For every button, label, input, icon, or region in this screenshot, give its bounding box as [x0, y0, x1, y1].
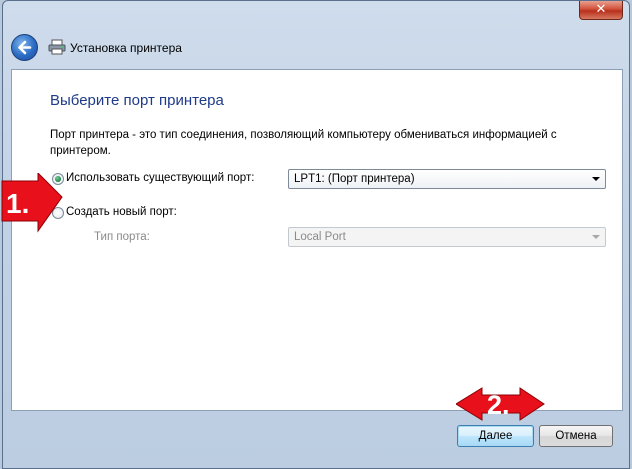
back-button[interactable]: [11, 34, 38, 61]
cancel-button[interactable]: Отмена: [539, 425, 613, 447]
step-1-label: 1.: [6, 188, 29, 219]
next-button[interactable]: Далее: [457, 425, 534, 447]
existing-port-label[interactable]: Использовать существующий порт:: [66, 172, 254, 184]
wizard-content: Выберите порт принтера Порт принтера - э…: [11, 69, 623, 411]
port-type-label: Тип порта:: [94, 231, 150, 243]
printer-icon: [48, 39, 66, 55]
page-description: Порт принтера - это тип соединения, позв…: [50, 129, 557, 157]
port-type-select: Local Port: [288, 227, 606, 247]
back-arrow-icon: [18, 40, 32, 55]
port-type-value: Local Port: [294, 231, 346, 243]
chevron-down-icon: [592, 177, 600, 181]
step-1-marker: 1.: [1, 173, 63, 233]
existing-port-value: LPT1: (Порт принтера): [294, 173, 415, 185]
step-2-marker: 2.: [456, 387, 545, 421]
step-2-label: 2.: [487, 390, 510, 420]
chevron-down-icon: [592, 235, 600, 239]
page-heading: Выберите порт принтера: [50, 92, 224, 109]
close-icon: ✕: [595, 2, 607, 17]
existing-port-select[interactable]: LPT1: (Порт принтера): [288, 169, 606, 189]
close-button[interactable]: ✕: [579, 1, 623, 20]
window-title: Установка принтера: [70, 41, 182, 55]
new-port-label[interactable]: Создать новый порт:: [66, 206, 177, 218]
